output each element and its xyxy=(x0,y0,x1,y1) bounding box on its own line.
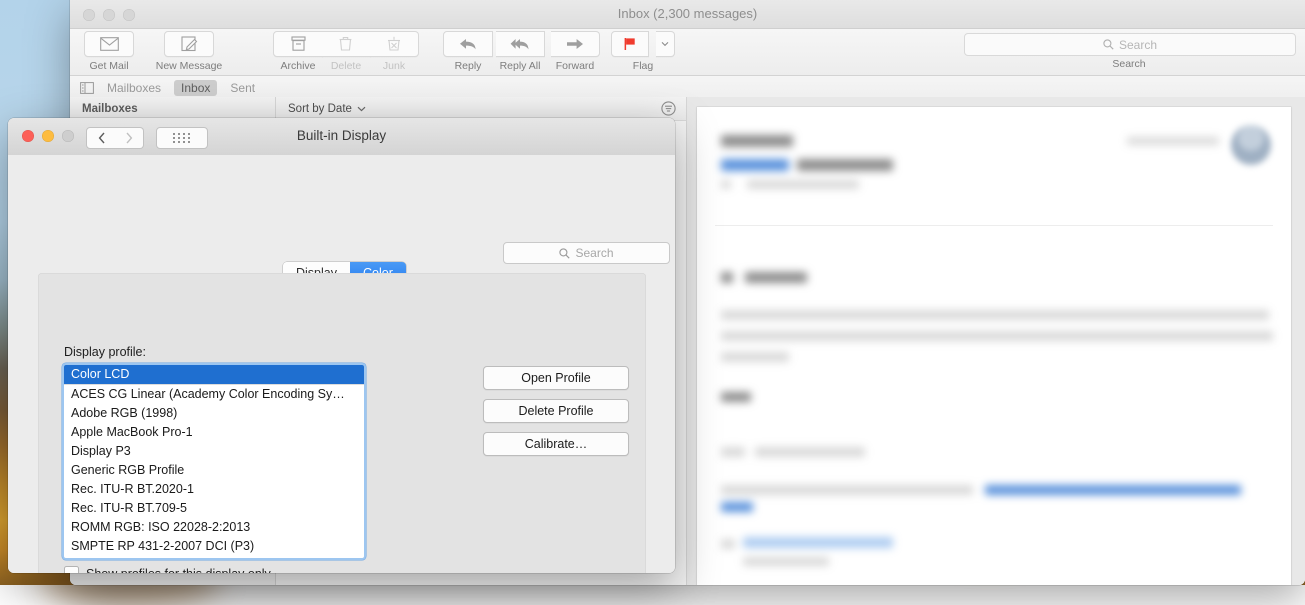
toolbar-flag[interactable]: Flag xyxy=(607,31,679,72)
toolbar-forward[interactable]: Forward xyxy=(546,31,604,72)
toolbar-new-message-label: New Message xyxy=(155,60,223,72)
show-profiles-label: Show profiles for this display only xyxy=(86,567,271,574)
message-view-column[interactable]: uwe Communications Ltd. is a limited com… xyxy=(687,97,1305,585)
mail-toolbar: Get Mail New Message Archive Delete Junk… xyxy=(70,29,1305,76)
profile-item[interactable]: Apple MacBook Pro-1 xyxy=(64,423,364,442)
profile-item[interactable]: ROMM RGB: ISO 22028-2:2013 xyxy=(64,518,364,537)
sort-by-label: Sort by Date xyxy=(288,102,352,115)
toolbar-delete-label: Delete xyxy=(330,60,362,72)
mail-window-title: Inbox (2,300 messages) xyxy=(617,6,758,21)
calibrate-button[interactable]: Calibrate… xyxy=(483,432,629,456)
show-profiles-checkbox-row[interactable]: Show profiles for this display only xyxy=(64,566,271,573)
display-profile-list[interactable]: Color LCD ACES CG Linear (Academy Color … xyxy=(64,365,364,558)
forward-arrow-icon xyxy=(566,39,583,49)
toolbar-reply[interactable]: Reply xyxy=(442,31,494,72)
toolbar-archive[interactable]: Archive xyxy=(272,31,324,72)
favorites-inbox[interactable]: Inbox xyxy=(174,79,218,96)
toolbar-delete[interactable]: Delete xyxy=(320,31,372,72)
preferences-search-input[interactable]: Search xyxy=(503,242,670,264)
profile-item[interactable]: Rec. ITU-R BT.2020-1 xyxy=(64,480,364,499)
search-icon xyxy=(1103,39,1114,50)
toolbar-new-message[interactable]: New Message xyxy=(146,31,232,72)
toolbar-reply-all-label: Reply All xyxy=(499,60,541,72)
profile-item[interactable]: ACES CG Linear (Academy Color Encoding S… xyxy=(64,385,364,404)
favorites-sent[interactable]: Sent xyxy=(223,80,262,96)
toolbar-forward-label: Forward xyxy=(555,60,595,72)
preferences-search-placeholder: Search xyxy=(575,246,614,260)
mail-search-label: Search xyxy=(1112,58,1146,70)
junk-bin-icon xyxy=(387,36,400,51)
sender-avatar xyxy=(1231,125,1271,165)
display-window-title: Built-in Display xyxy=(296,128,387,143)
compose-icon xyxy=(180,36,197,52)
chevron-down-icon xyxy=(661,42,669,47)
sort-by-control[interactable]: Sort by Date xyxy=(288,103,366,115)
toolbar-get-mail[interactable]: Get Mail xyxy=(78,31,140,72)
message-card: uwe Communications Ltd. is a limited com… xyxy=(697,107,1291,585)
profile-item[interactable]: Rec. ITU-R BT.709-5 xyxy=(64,499,364,518)
toolbar-reply-label: Reply xyxy=(454,60,482,72)
toolbar-archive-label: Archive xyxy=(280,60,316,72)
filter-icon[interactable] xyxy=(661,101,676,116)
toolbar-flag-label: Flag xyxy=(632,60,654,72)
sidebar-toggle-icon[interactable] xyxy=(80,81,94,94)
delete-profile-button[interactable]: Delete Profile xyxy=(483,399,629,423)
display-profile-label: Display profile: xyxy=(64,345,146,359)
toolbar-junk-label: Junk xyxy=(382,60,406,72)
toolbar-get-mail-label: Get Mail xyxy=(89,60,129,72)
search-icon xyxy=(559,247,571,259)
header-divider xyxy=(715,225,1273,226)
reply-arrow-icon xyxy=(460,39,476,50)
display-titlebar: Built-in Display xyxy=(8,118,675,156)
mail-search-placeholder: Search xyxy=(1118,37,1158,52)
chevron-down-icon xyxy=(357,106,366,111)
archive-box-icon xyxy=(290,36,306,51)
profile-item[interactable]: Color LCD xyxy=(64,365,364,385)
profile-item[interactable]: SMPTE RP 431-2-2007 DCI (P3) xyxy=(64,537,364,556)
reply-all-icon xyxy=(510,39,528,50)
toolbar-reply-all[interactable]: Reply All xyxy=(490,31,550,72)
favorites-mailboxes[interactable]: Mailboxes xyxy=(100,80,168,96)
show-profiles-checkbox[interactable] xyxy=(64,566,79,573)
profile-item[interactable]: Adobe RGB (1998) xyxy=(64,404,364,423)
red-flag-icon xyxy=(624,38,635,50)
profile-item[interactable]: Generic RGB Profile xyxy=(64,461,364,480)
toolbar-junk[interactable]: Junk xyxy=(368,31,420,72)
open-profile-button[interactable]: Open Profile xyxy=(483,366,629,390)
envelope-icon xyxy=(99,37,119,51)
mail-titlebar: Inbox (2,300 messages) xyxy=(70,0,1305,29)
display-preferences-window[interactable]: Built-in Display Search Display Color Di… xyxy=(8,118,675,573)
trash-icon xyxy=(339,37,352,51)
profile-item[interactable]: Display P3 xyxy=(64,442,364,461)
mail-search-input[interactable]: Search xyxy=(964,33,1296,56)
